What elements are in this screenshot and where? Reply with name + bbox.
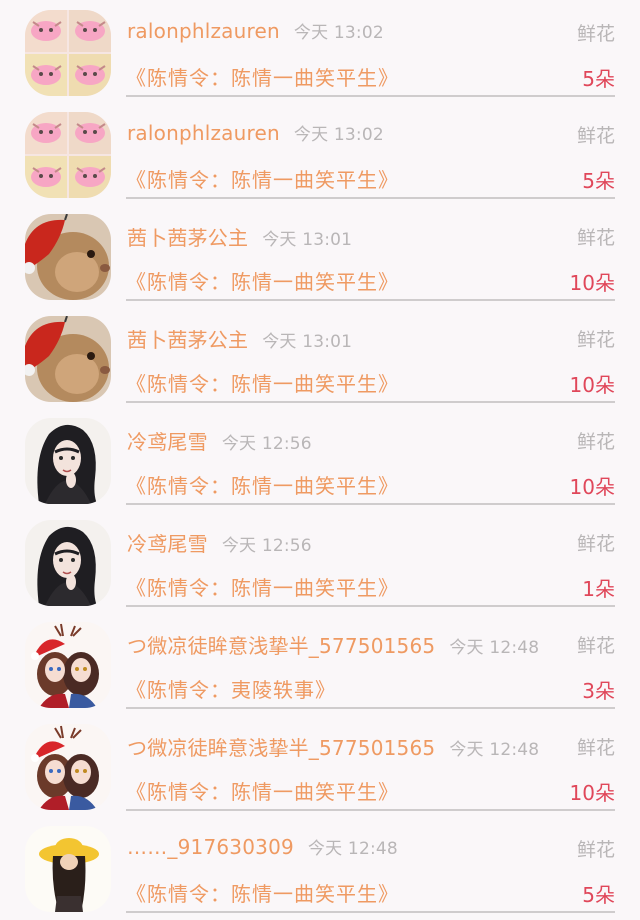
christmas-couple-avatar[interactable] xyxy=(25,724,111,810)
gift-type-label: 鲜花 xyxy=(576,329,615,351)
gift-time: 今天 13:02 xyxy=(293,125,384,145)
row-divider xyxy=(126,95,615,97)
username[interactable]: 冷鸢尾雪 今天 12:56 xyxy=(127,426,312,455)
rabbit-with-red-hat-avatar[interactable] xyxy=(25,316,111,402)
gift-time: 今天 13:01 xyxy=(262,332,353,352)
book-title-link[interactable]: 《陈情令：夷陵轶事》 xyxy=(126,674,336,703)
book-title-link[interactable]: 《陈情令：陈情一曲笑平生》 xyxy=(126,878,399,907)
gift-time: 今天 12:56 xyxy=(221,536,312,556)
flower-count: 10朵 xyxy=(569,475,615,499)
username[interactable]: つ微凉徒眸意浅挚半_577501565 今天 12:48 xyxy=(127,732,539,761)
username-text[interactable]: ralonphlzauren xyxy=(127,19,280,43)
username-text[interactable]: 冷鸢尾雪 xyxy=(127,532,208,556)
row-divider xyxy=(126,299,615,301)
username[interactable]: つ微凉徒眸意浅挚半_577501565 今天 12:48 xyxy=(127,630,539,659)
row-divider xyxy=(126,605,615,607)
row-divider xyxy=(126,197,615,199)
username-text[interactable]: 茜卜茜茅公主 xyxy=(127,328,248,352)
flower-count: 5朵 xyxy=(582,883,615,907)
book-title-link[interactable]: 《陈情令：陈情一曲笑平生》 xyxy=(126,164,399,193)
gift-time: 今天 12:48 xyxy=(307,839,398,859)
flower-count: 1朵 xyxy=(582,577,615,601)
book-title-link[interactable]: 《陈情令：陈情一曲笑平生》 xyxy=(126,470,399,499)
username[interactable]: ralonphlzauren 今天 13:02 xyxy=(127,120,384,145)
row-divider xyxy=(126,911,615,913)
gift-record-row[interactable]: つ微凉徒眸意浅挚半_577501565 今天 12:48 鲜花 《陈情令：陈情一曲… xyxy=(0,714,640,816)
gift-record-row[interactable]: ralonphlzauren 今天 13:02 鲜花 《陈情令：陈情一曲笑平生》 … xyxy=(0,102,640,204)
username-text[interactable]: 冷鸢尾雪 xyxy=(127,430,208,454)
flower-count: 5朵 xyxy=(582,169,615,193)
book-title-link[interactable]: 《陈情令：陈情一曲笑平生》 xyxy=(126,572,399,601)
gift-type-label: 鲜花 xyxy=(576,23,615,45)
long-haired-character-avatar[interactable] xyxy=(25,520,111,606)
gift-type-label: 鲜花 xyxy=(576,737,615,759)
row-divider xyxy=(126,707,615,709)
username[interactable]: ralonphlzauren 今天 13:02 xyxy=(127,18,384,43)
flower-count: 3朵 xyxy=(582,679,615,703)
gift-type-label: 鲜花 xyxy=(576,431,615,453)
gift-time: 今天 13:01 xyxy=(262,230,353,250)
gift-record-row[interactable]: 冷鸢尾雪 今天 12:56 鲜花 《陈情令：陈情一曲笑平生》 1朵 xyxy=(0,510,640,612)
username[interactable]: 冷鸢尾雪 今天 12:56 xyxy=(127,528,312,557)
flower-count: 5朵 xyxy=(582,67,615,91)
username-text[interactable]: ralonphlzauren xyxy=(127,121,280,145)
girl-yellow-hat-avatar[interactable] xyxy=(25,826,111,912)
username[interactable]: 茜卜茜茅公主 今天 13:01 xyxy=(127,222,352,251)
row-divider xyxy=(126,503,615,505)
book-title-link[interactable]: 《陈情令：陈情一曲笑平生》 xyxy=(126,62,399,91)
long-haired-character-avatar[interactable] xyxy=(25,418,111,504)
row-divider xyxy=(126,809,615,811)
pink-cat-sticker-avatar[interactable] xyxy=(25,112,111,198)
gift-record-row[interactable]: 茜卜茜茅公主 今天 13:01 鲜花 《陈情令：陈情一曲笑平生》 10朵 xyxy=(0,306,640,408)
username[interactable]: ……_917630309 今天 12:48 xyxy=(127,834,398,859)
flower-count: 10朵 xyxy=(569,781,615,805)
rabbit-with-red-hat-avatar[interactable] xyxy=(25,214,111,300)
gift-time: 今天 12:48 xyxy=(449,638,540,658)
gift-record-row[interactable]: ralonphlzauren 今天 13:02 鲜花 《陈情令：陈情一曲笑平生》 … xyxy=(0,0,640,102)
book-title-link[interactable]: 《陈情令：陈情一曲笑平生》 xyxy=(126,368,399,397)
gift-type-label: 鲜花 xyxy=(576,839,615,861)
gift-type-label: 鲜花 xyxy=(576,533,615,555)
book-title-link[interactable]: 《陈情令：陈情一曲笑平生》 xyxy=(126,266,399,295)
username[interactable]: 茜卜茜茅公主 今天 13:01 xyxy=(127,324,352,353)
gift-type-label: 鲜花 xyxy=(576,125,615,147)
gift-time: 今天 13:02 xyxy=(293,23,384,43)
pink-cat-sticker-avatar[interactable] xyxy=(25,10,111,96)
book-title-link[interactable]: 《陈情令：陈情一曲笑平生》 xyxy=(126,776,399,805)
gift-time: 今天 12:56 xyxy=(221,434,312,454)
username-text[interactable]: ……_917630309 xyxy=(127,835,294,859)
gift-record-row[interactable]: 茜卜茜茅公主 今天 13:01 鲜花 《陈情令：陈情一曲笑平生》 10朵 xyxy=(0,204,640,306)
christmas-couple-avatar[interactable] xyxy=(25,622,111,708)
username-text[interactable]: つ微凉徒眸意浅挚半_577501565 xyxy=(127,736,435,760)
gift-record-row[interactable]: つ微凉徒眸意浅挚半_577501565 今天 12:48 鲜花 《陈情令：夷陵轶事… xyxy=(0,612,640,714)
gift-type-label: 鲜花 xyxy=(576,635,615,657)
username-text[interactable]: つ微凉徒眸意浅挚半_577501565 xyxy=(127,634,435,658)
row-divider xyxy=(126,401,615,403)
gift-record-row[interactable]: ……_917630309 今天 12:48 鲜花 《陈情令：陈情一曲笑平生》 5朵 xyxy=(0,816,640,918)
flower-count: 10朵 xyxy=(569,271,615,295)
username-text[interactable]: 茜卜茜茅公主 xyxy=(127,226,248,250)
gift-time: 今天 12:48 xyxy=(449,740,540,760)
gift-type-label: 鲜花 xyxy=(576,227,615,249)
flower-count: 10朵 xyxy=(569,373,615,397)
gift-record-row[interactable]: 冷鸢尾雪 今天 12:56 鲜花 《陈情令：陈情一曲笑平生》 10朵 xyxy=(0,408,640,510)
